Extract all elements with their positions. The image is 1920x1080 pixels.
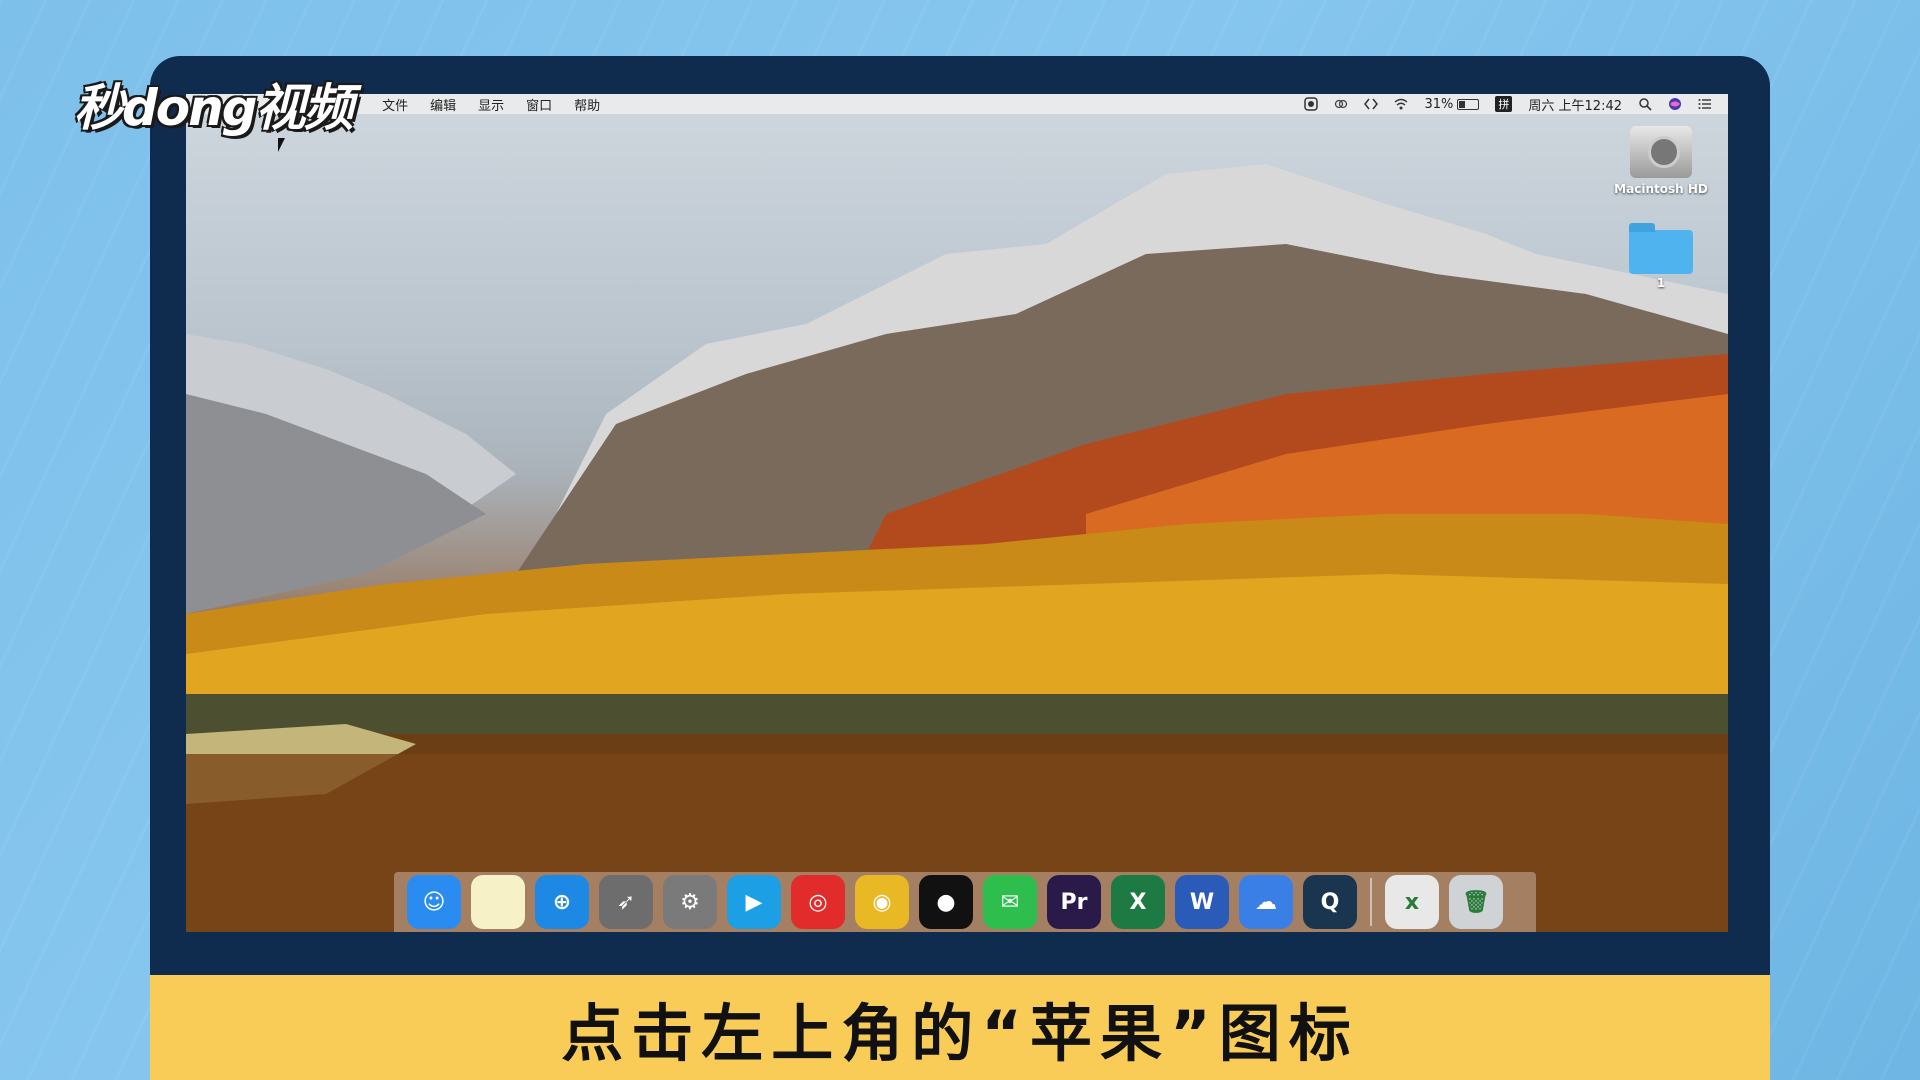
launchpad-icon[interactable]: ➶ xyxy=(599,875,653,929)
folder-icon xyxy=(1629,223,1693,274)
caption-text: 点击左上角的“苹果”图标 xyxy=(561,996,1359,1070)
mouse-cursor-icon xyxy=(278,138,285,152)
siri-icon[interactable] xyxy=(1668,97,1682,111)
hard-drive-icon xyxy=(1630,126,1692,178)
watermark-logo: 秒dong视频 xyxy=(74,79,354,137)
dock: ☺ ⊕ ➶ ⚙ ▶ ◎ ◉ ● ✉ Pr X W ☁ Qx 🗑 xyxy=(394,872,1536,932)
code-icon[interactable] xyxy=(1364,97,1379,111)
folder-label: 1 xyxy=(1656,276,1666,290)
system-preferences-icon[interactable]: ⚙ xyxy=(663,875,717,929)
menu-window[interactable]: 窗口 xyxy=(526,95,552,114)
battery-percent: 31% xyxy=(1424,96,1454,112)
trash-icon[interactable]: 🗑 xyxy=(1449,875,1503,929)
menu-file[interactable]: 文件 xyxy=(382,95,408,114)
menu-help[interactable]: 帮助 xyxy=(574,95,600,114)
menu-view[interactable]: 显示 xyxy=(478,95,504,114)
dock-separator xyxy=(1370,878,1372,926)
menu-edit[interactable]: 编辑 xyxy=(430,95,456,114)
record-icon[interactable] xyxy=(1304,97,1319,111)
menu-clock[interactable]: 周六 上午12:42 xyxy=(1528,95,1622,114)
macintosh-hd-label: Macintosh HD xyxy=(1614,182,1708,196)
netease-music-icon[interactable]: ◎ xyxy=(791,875,845,929)
input-method-icon[interactable]: 拼 xyxy=(1495,96,1513,112)
battery-status[interactable]: 31% xyxy=(1424,96,1480,112)
notes-icon[interactable] xyxy=(471,875,525,929)
baidu-netdisk-icon[interactable]: ☁ xyxy=(1239,875,1293,929)
search-icon[interactable] xyxy=(1638,97,1652,111)
menu-bar: ayer 文件 编辑 显示 窗口 帮助 31% 拼 周六 上午12:42 xyxy=(186,94,1728,114)
quicktime-icon[interactable]: Q xyxy=(1303,875,1357,929)
wifi-icon[interactable] xyxy=(1394,97,1408,111)
excel-icon[interactable]: X xyxy=(1111,875,1165,929)
caption-bar: 点击左上角的“苹果”图标 xyxy=(150,975,1770,1080)
list-icon[interactable] xyxy=(1698,97,1712,111)
battery-icon xyxy=(1457,98,1480,110)
excel-document-icon[interactable]: x xyxy=(1385,875,1439,929)
video-player-icon[interactable]: ▶ xyxy=(727,875,781,929)
folder-desktop-icon[interactable]: 1 xyxy=(1626,223,1696,290)
macintosh-hd-desktop-icon[interactable]: Macintosh HD xyxy=(1606,126,1716,196)
qq-icon[interactable]: ● xyxy=(919,875,973,929)
safari-icon[interactable]: ⊕ xyxy=(535,875,589,929)
mac-desktop: ayer 文件 编辑 显示 窗口 帮助 31% 拼 周六 上午12:42 Mac… xyxy=(186,94,1728,932)
premiere-icon[interactable]: Pr xyxy=(1047,875,1101,929)
link-icon[interactable] xyxy=(1334,97,1348,111)
wechat-icon[interactable]: ✉ xyxy=(983,875,1037,929)
finder-icon[interactable]: ☺ xyxy=(407,875,461,929)
word-icon[interactable]: W xyxy=(1175,875,1229,929)
wallpaper xyxy=(186,164,1728,932)
chrome-icon[interactable]: ◉ xyxy=(855,875,909,929)
